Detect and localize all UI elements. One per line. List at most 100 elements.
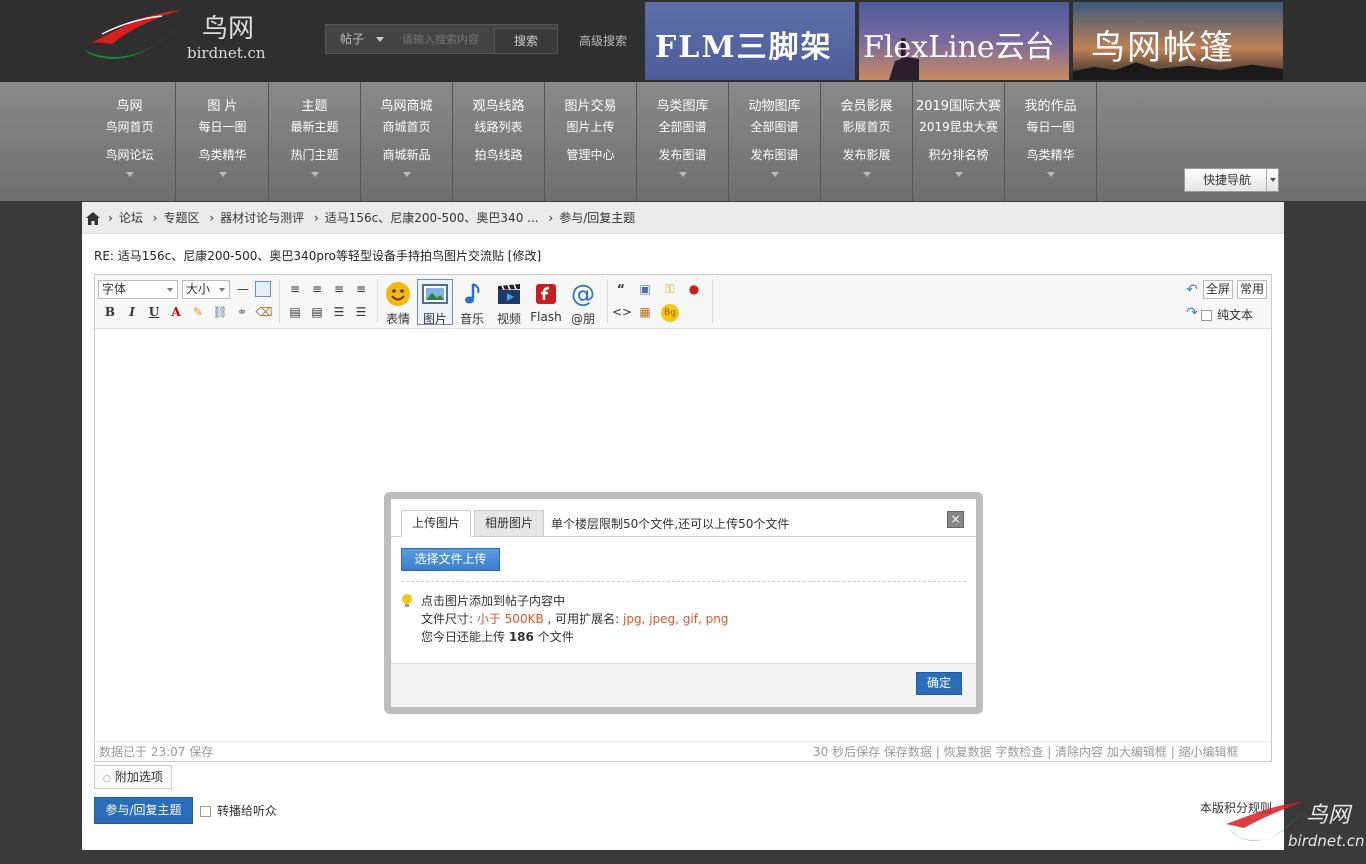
search-type-select[interactable]: 帖子 xyxy=(326,25,394,53)
nav-link[interactable]: 拍鸟线路 xyxy=(453,146,544,163)
text-color-icon[interactable]: A xyxy=(167,304,185,322)
editor-actions[interactable]: 30 秒后保存 保存数据 | 恢复数据 字数检查 | 清除内容 加大编辑框 | … xyxy=(813,742,1239,762)
align-left-icon[interactable]: ≡ xyxy=(286,281,304,299)
background-icon[interactable]: Bg xyxy=(661,304,679,322)
common-button[interactable]: 常用 xyxy=(1237,280,1267,299)
ad-banner-tent[interactable]: 鸟网帐篷 xyxy=(1073,2,1283,80)
align-right-icon[interactable]: ≡ xyxy=(330,281,348,299)
nav-title[interactable]: 观鸟线路 xyxy=(453,95,544,114)
choose-file-upload-button[interactable]: 选择文件上传 xyxy=(401,548,500,571)
nav-title[interactable]: 主题 xyxy=(269,95,360,114)
nav-title[interactable]: 图 片 xyxy=(177,95,268,114)
site-logo[interactable]: 鸟网 birdnet.cn xyxy=(82,4,272,68)
nav-link[interactable]: 发布图谱 xyxy=(729,146,820,163)
free-icon[interactable]: ▣ xyxy=(636,281,654,299)
nav-link[interactable]: 管理中心 xyxy=(545,146,636,163)
align-justify-icon[interactable]: ≡ xyxy=(352,281,370,299)
table-icon[interactable] xyxy=(255,281,271,297)
nav-link[interactable]: 鸟类精华 xyxy=(177,146,268,163)
nav-col-shop[interactable]: 鸟网商城商城首页商城新品 xyxy=(361,82,453,201)
chevron-down-icon[interactable] xyxy=(311,172,319,177)
font-family-select[interactable]: 字体 xyxy=(98,280,178,299)
advanced-search-link[interactable]: 高级搜索 xyxy=(579,32,627,49)
tab-album-image[interactable]: 相册图片 xyxy=(474,510,544,537)
nav-link[interactable]: 商城首页 xyxy=(361,118,452,135)
quote-icon[interactable]: “ xyxy=(612,281,630,299)
nav-col-trade[interactable]: 图片交易 图片上传 管理中心 xyxy=(545,82,637,201)
nav-link[interactable]: 全部图谱 xyxy=(637,118,728,135)
chevron-down-icon[interactable] xyxy=(955,172,963,177)
bold-icon[interactable]: B xyxy=(101,304,119,322)
chevron-down-icon[interactable] xyxy=(219,172,227,177)
redo-icon[interactable]: ↷ xyxy=(1183,305,1201,323)
unlink-icon[interactable]: ⚭ xyxy=(233,304,251,322)
ordered-list-icon[interactable]: ☰ xyxy=(330,304,348,322)
nav-link[interactable]: 每日一图 xyxy=(1005,118,1096,135)
link-icon[interactable]: ⛓ xyxy=(211,304,229,322)
chevron-down-icon[interactable] xyxy=(403,172,411,177)
nav-col-contest[interactable]: 2019国际大赛 2019昆虫大赛 积分排名榜 xyxy=(913,82,1005,201)
nav-link[interactable]: 鸟网首页 xyxy=(84,118,175,135)
home-icon[interactable] xyxy=(86,212,100,225)
clear-format-icon[interactable]: ⌫ xyxy=(255,304,273,322)
nav-link[interactable]: 发布影展 xyxy=(821,146,912,163)
nav-title[interactable]: 我的作品 xyxy=(1005,95,1096,114)
underline-icon[interactable]: U xyxy=(145,304,163,322)
video-button[interactable]: 视频 xyxy=(491,279,527,326)
nav-link[interactable]: 图片上传 xyxy=(545,118,636,135)
font-size-select[interactable]: 大小 xyxy=(182,280,230,299)
submit-reply-button[interactable]: 参与/回复主题 xyxy=(94,797,193,824)
nav-link[interactable]: 鸟网论坛 xyxy=(84,146,175,163)
plaintext-checkbox[interactable] xyxy=(1201,310,1212,321)
nav-link[interactable]: 2019昆虫大赛 xyxy=(913,118,1004,135)
nav-title[interactable]: 动物图库 xyxy=(729,95,820,114)
nav-link[interactable]: 热门主题 xyxy=(269,146,360,163)
share-toggle[interactable]: 转播给听众 xyxy=(200,802,277,819)
emoji-button[interactable]: 表情 xyxy=(380,279,416,326)
align-center-icon[interactable]: ≡ xyxy=(308,281,326,299)
nav-link[interactable]: 鸟类精华 xyxy=(1005,146,1096,163)
confirm-button[interactable]: 确定 xyxy=(916,672,962,695)
nav-title[interactable]: 鸟网商城 xyxy=(361,95,452,114)
search-input[interactable] xyxy=(394,25,494,53)
chevron-down-icon[interactable] xyxy=(771,172,779,177)
nav-link[interactable]: 最新主题 xyxy=(269,118,360,135)
nav-col-animal-gallery[interactable]: 动物图库全部图谱发布图谱 xyxy=(729,82,821,201)
nav-link[interactable]: 商城新品 xyxy=(361,146,452,163)
float-left-icon[interactable]: ▤ xyxy=(286,304,304,322)
search-button[interactable]: 搜索 xyxy=(494,28,558,54)
share-checkbox[interactable] xyxy=(200,806,211,817)
undo-icon[interactable]: ↶ xyxy=(1183,282,1201,300)
music-button[interactable]: 音乐 xyxy=(454,279,490,326)
nav-col-routes[interactable]: 观鸟线路 线路列表 拍鸟线路 xyxy=(453,82,545,201)
nav-col-bird-gallery[interactable]: 鸟类图库全部图谱发布图谱 xyxy=(637,82,729,201)
nav-link[interactable]: 发布图谱 xyxy=(637,146,728,163)
nav-link[interactable]: 每日一图 xyxy=(177,118,268,135)
password-icon[interactable]: ▦ xyxy=(636,304,654,322)
mention-button[interactable]: @ @朋 xyxy=(565,279,601,326)
nav-title[interactable]: 会员影展 xyxy=(821,95,912,114)
chevron-down-icon[interactable] xyxy=(679,172,687,177)
nav-link[interactable]: 影展首页 xyxy=(821,118,912,135)
horizontal-rule-icon[interactable]: — xyxy=(234,281,252,299)
nav-title[interactable]: 鸟类图库 xyxy=(637,95,728,114)
nav-title[interactable]: 鸟网 xyxy=(84,95,175,114)
nav-col-exhibition[interactable]: 会员影展影展首页发布影展 xyxy=(821,82,913,201)
code-icon[interactable]: <> xyxy=(612,304,632,322)
tab-upload-image[interactable]: 上传图片 xyxy=(401,510,471,537)
float-right-icon[interactable]: ▤ xyxy=(308,304,326,322)
italic-icon[interactable]: I xyxy=(123,304,141,322)
nav-col-pictures[interactable]: 图 片每日一图鸟类精华 xyxy=(177,82,269,201)
nav-link[interactable]: 积分排名榜 xyxy=(913,146,1004,163)
breadcrumb-item[interactable]: 专题区 xyxy=(163,211,199,225)
plaintext-toggle[interactable]: 纯文本 xyxy=(1201,306,1253,323)
chevron-down-icon[interactable] xyxy=(1047,172,1055,177)
nav-link[interactable]: 全部图谱 xyxy=(729,118,820,135)
nav-col-birdnet[interactable]: 鸟网鸟网首页鸟网论坛 xyxy=(84,82,176,201)
unordered-list-icon[interactable]: ☰ xyxy=(352,304,370,322)
highlight-icon[interactable]: ✎ xyxy=(189,304,207,322)
flash-button[interactable]: Flash xyxy=(528,279,564,325)
chevron-down-icon[interactable] xyxy=(863,172,871,177)
ad-banner-tripod[interactable]: FLM三脚架 xyxy=(645,2,855,80)
close-icon[interactable]: × xyxy=(947,511,964,528)
